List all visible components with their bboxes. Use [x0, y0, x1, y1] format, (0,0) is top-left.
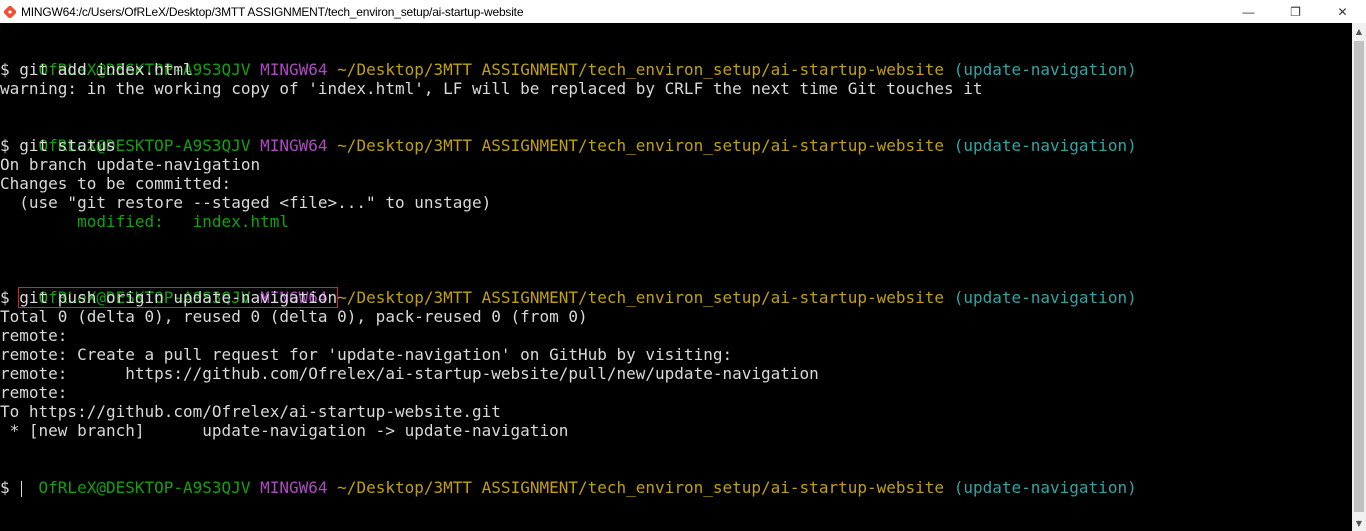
output-line-modified: modified: index.html: [0, 212, 289, 231]
output-line: remote:: [0, 326, 68, 345]
minimize-button[interactable]: —: [1225, 0, 1272, 23]
prompt-line: OfRLeX@DESKTOP-A9S3QJV MINGW64 ~/Desktop…: [0, 41, 1137, 79]
output-line: Total 0 (delta 0), reused 0 (delta 0), p…: [0, 307, 588, 326]
close-button[interactable]: ✕: [1319, 0, 1366, 23]
minimize-icon: —: [1242, 4, 1255, 19]
output-line: To https://github.com/Ofrelex/ai-startup…: [0, 402, 501, 421]
highlighted-command: git push origin update-navigation: [18, 287, 339, 308]
prompt-branch: (update-navigation): [953, 478, 1137, 497]
output-line: remote: https://github.com/Ofrelex/ai-st…: [0, 364, 819, 383]
prompt-path: ~/Desktop/3MTT ASSIGNMENT/tech_environ_s…: [337, 60, 945, 79]
command-input-line[interactable]: $: [0, 478, 23, 497]
prompt-path: ~/Desktop/3MTT ASSIGNMENT/tech_environ_s…: [337, 136, 945, 155]
prompt-branch: (update-navigation): [953, 136, 1137, 155]
prompt-branch: (update-navigation): [953, 60, 1137, 79]
terminal-area[interactable]: OfRLeX@DESKTOP-A9S3QJV MINGW64 ~/Desktop…: [0, 23, 1352, 531]
window-title: MINGW64:/c/Users/OfRLeX/Desktop/3MTT ASS…: [21, 4, 524, 19]
scroll-down-icon[interactable]: ▼: [1352, 515, 1366, 531]
prompt-line: OfRLeX@DESKTOP-A9S3QJV MINGW64 ~/Desktop…: [0, 117, 1137, 155]
scrollbar-thumb[interactable]: [1354, 41, 1364, 512]
prompt-path: ~/Desktop/3MTT ASSIGNMENT/tech_environ_s…: [337, 478, 945, 497]
prompt-shell: MINGW64: [260, 478, 328, 497]
dollar-sign: $: [0, 478, 20, 497]
output-line: warning: in the working copy of 'index.h…: [0, 79, 983, 98]
command-line: $ git status: [0, 136, 116, 155]
prompt-user-host: OfRLeX@DESKTOP-A9S3QJV: [38, 478, 251, 497]
prompt-shell: MINGW64: [260, 136, 328, 155]
title-bar[interactable]: MINGW64:/c/Users/OfRLeX/Desktop/3MTT ASS…: [0, 0, 1366, 23]
output-line: * [new branch] update-navigation -> upda…: [0, 421, 569, 440]
output-line: Changes to be committed:: [0, 174, 232, 193]
prompt-branch: (update-navigation): [953, 288, 1137, 307]
scroll-up-icon[interactable]: ▲: [1352, 23, 1366, 39]
output-line: (use "git restore --staged <file>..." to…: [0, 193, 492, 212]
command-line: $ git push origin update-navigation: [0, 287, 339, 308]
close-icon: ✕: [1337, 4, 1348, 19]
prompt-line: OfRLeX@DESKTOP-A9S3QJV MINGW64 ~/Desktop…: [0, 269, 1137, 307]
output-line: remote: Create a pull request for 'updat…: [0, 345, 733, 364]
window-controls: — ❐ ✕: [1225, 0, 1366, 23]
maximize-button[interactable]: ❐: [1272, 0, 1319, 23]
output-line: remote:: [0, 383, 68, 402]
prompt-line: OfRLeX@DESKTOP-A9S3QJV MINGW64 ~/Desktop…: [0, 459, 1137, 497]
maximize-icon: ❐: [1290, 4, 1301, 19]
prompt-shell: MINGW64: [260, 60, 328, 79]
output-line: On branch update-navigation: [0, 155, 261, 174]
git-bash-icon: [2, 4, 18, 19]
prompt-path: ~/Desktop/3MTT ASSIGNMENT/tech_environ_s…: [337, 288, 945, 307]
text-cursor: [21, 480, 23, 497]
vertical-scrollbar[interactable]: ▲ ▼: [1352, 23, 1366, 531]
command-line: $ git add index.html: [0, 60, 193, 79]
dollar-sign: $: [0, 288, 20, 307]
